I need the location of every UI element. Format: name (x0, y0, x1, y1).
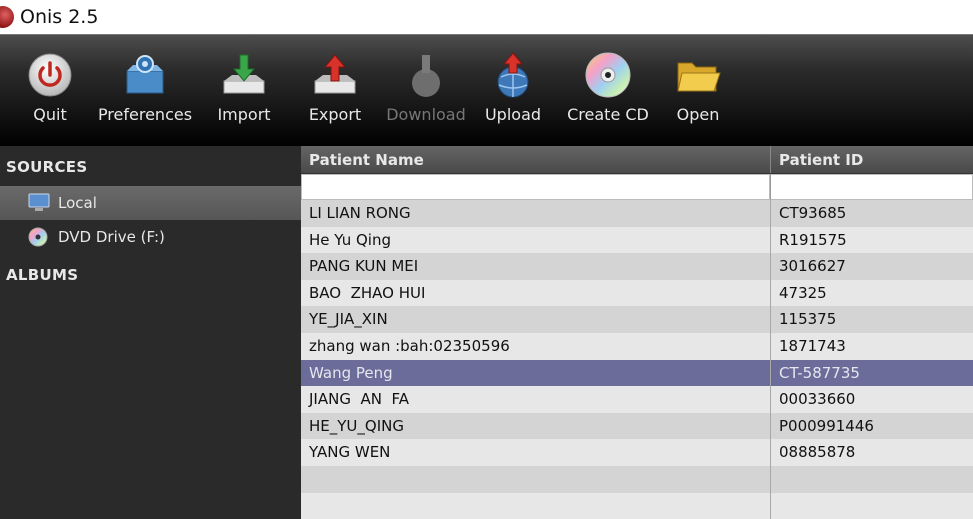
column-header-patient-name[interactable]: Patient Name (301, 146, 770, 173)
import-arrow-icon (223, 54, 265, 94)
patient-id-cell: 08885878 (770, 439, 973, 466)
sources-heading: SOURCES (6, 158, 88, 176)
patient-id-cell: 115375 (770, 306, 973, 333)
table-row[interactable]: YANG WEN 08885878 (301, 439, 973, 466)
patient-id-cell: 1871743 (770, 332, 973, 360)
empty-cell (301, 493, 770, 519)
export-arrow-icon (314, 54, 356, 94)
patient-name-cell: YE_JIA_XIN (309, 310, 388, 329)
window-title: Onis 2.5 (20, 6, 99, 28)
table-row[interactable]: YE_JIA_XIN 115375 (301, 306, 973, 333)
patient-id-cell: 00033660 (770, 386, 973, 413)
patient-id-cell: CT-587735 (770, 359, 973, 387)
patient-name-cell: YANG WEN (309, 443, 391, 462)
patient-id-cell: CT93685 (770, 200, 973, 227)
patient-id-cell: 3016627 (770, 253, 973, 280)
patient-name-cell: zhang wan :bah:02350596 (309, 336, 510, 355)
table-row-selected[interactable]: Wang Peng CT-587735 (301, 359, 973, 387)
patient-table: Patient Name Patient ID LI LIAN RONG CT93… (301, 146, 973, 519)
preferences-button[interactable]: Preferences (90, 35, 200, 146)
albums-heading: ALBUMS (6, 266, 79, 284)
upload-button[interactable]: Upload (470, 35, 556, 146)
patient-id-cell: P000991446 (770, 412, 973, 440)
patient-name-cell: JIANG AN FA (309, 390, 410, 409)
power-icon (28, 53, 72, 97)
patient-id-cell: 47325 (770, 279, 973, 307)
patient-id-cell: R191575 (770, 226, 973, 254)
app-logo-icon (0, 6, 14, 28)
table-body: LI LIAN RONG CT93685 He Yu Qing R191575 PA… (301, 200, 973, 519)
sidebar-item-label: Local (58, 194, 97, 212)
empty-table-row (301, 465, 973, 493)
empty-table-row (301, 492, 973, 519)
table-header: Patient Name Patient ID (301, 146, 973, 174)
export-button[interactable]: Export (288, 35, 382, 146)
column-header-patient-id[interactable]: Patient ID (770, 146, 973, 173)
download-icon (412, 55, 440, 97)
filter-row (301, 174, 973, 200)
create-cd-button[interactable]: Create CD (556, 35, 660, 146)
patient-name-filter-input[interactable] (301, 174, 770, 200)
open-button[interactable]: Open (660, 35, 736, 146)
upload-globe-icon (497, 52, 529, 98)
download-button[interactable]: Download (382, 35, 470, 146)
import-button[interactable]: Import (200, 35, 288, 146)
table-row[interactable]: HE_YU_QING P000991446 (301, 412, 973, 440)
quit-button[interactable]: Quit (10, 35, 90, 146)
table-row[interactable]: zhang wan :bah:02350596 1871743 (301, 332, 973, 360)
patient-id-filter-input[interactable] (770, 174, 973, 200)
folder-icon (677, 62, 721, 92)
monitor-icon (28, 193, 50, 211)
sidebar-item-dvd-drive[interactable]: DVD Drive (F:) (0, 220, 301, 254)
patient-name-cell: LI LIAN RONG (309, 204, 411, 222)
table-row[interactable]: He Yu Qing R191575 (301, 226, 973, 254)
sidebar-item-local[interactable]: Local (0, 186, 301, 220)
patient-name-cell: HE_YU_QING (309, 416, 404, 435)
patient-name-cell: BAO ZHAO HUI (309, 283, 426, 302)
patient-name-cell: He Yu Qing (309, 230, 391, 249)
cd-icon (585, 52, 631, 98)
table-row[interactable]: BAO ZHAO HUI 47325 (301, 279, 973, 307)
empty-cell (301, 466, 770, 493)
toolbar: Quit Preferences Import Export Download … (0, 34, 973, 146)
table-row[interactable]: PANG KUN MEI 3016627 (301, 253, 973, 280)
dvd-icon (28, 227, 48, 247)
table-row[interactable]: JIANG AN FA 00033660 (301, 386, 973, 413)
empty-cell (770, 465, 973, 493)
table-row[interactable]: LI LIAN RONG CT93685 (301, 200, 973, 227)
patient-name-cell: Wang Peng (309, 363, 393, 382)
patient-name-cell: PANG KUN MEI (309, 257, 419, 276)
title-bar: Onis 2.5 (0, 0, 973, 34)
gear-box-icon (126, 55, 164, 94)
sources-sidebar: SOURCES Local DVD Drive (F:) ALBUMS (0, 146, 301, 519)
sidebar-item-label: DVD Drive (F:) (58, 228, 165, 246)
empty-cell (770, 492, 973, 519)
